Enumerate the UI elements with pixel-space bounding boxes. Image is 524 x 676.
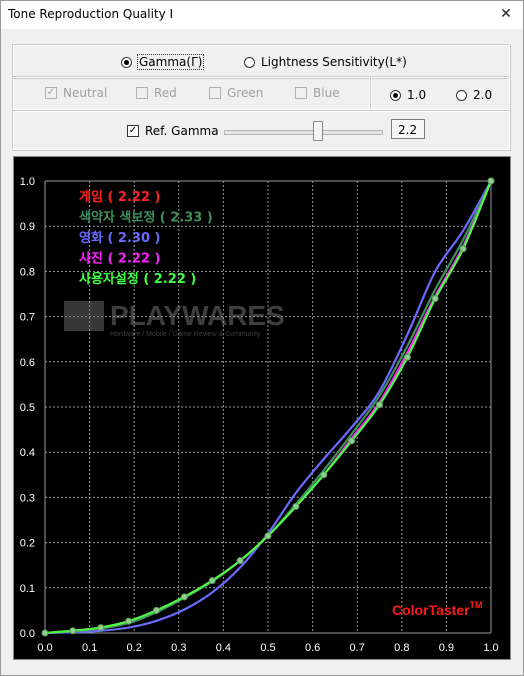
lightness-radio-label: Lightness Sensitivity(L*)	[261, 55, 407, 69]
x-tick-label: 0.1	[82, 642, 97, 654]
window-title: Tone Reproduction Quality I	[8, 7, 174, 21]
series-point	[459, 245, 467, 253]
x-tick-label: 0.5	[260, 642, 275, 654]
y-tick-label: 1.0	[20, 176, 35, 188]
grid-layer	[44, 180, 492, 634]
red-checkbox[interactable]: Red	[136, 86, 177, 100]
scale-2-radio-label: 2.0	[473, 88, 493, 102]
gamma-radio-indicator	[121, 56, 132, 68]
neutral-checkbox-box: ✓	[45, 87, 57, 99]
x-tick-label: 0.8	[394, 642, 409, 654]
blue-checkbox-label: Blue	[313, 86, 340, 100]
legend-entry: 사용자설정 ( 2.22 )	[79, 271, 196, 287]
axis-labels: 0.0 0.1 0.2 0.3 0.4 0.5 0.6 0.7 0.8 0.9 1.0 0.0 0.1 0…	[20, 176, 499, 654]
watermark-logo-box	[64, 301, 104, 331]
series-point	[208, 577, 216, 585]
x-tick-label: 0.4	[216, 642, 231, 654]
y-tick-label: 0.6	[20, 357, 35, 369]
y-tick-label: 0.7	[20, 312, 35, 324]
x-tick-label: 1.0	[483, 642, 498, 654]
scale-2-radio[interactable]: 2.0	[456, 88, 492, 102]
x-tick-label: 0.7	[350, 642, 365, 654]
series-point	[41, 629, 49, 637]
series-point	[292, 502, 300, 510]
series-point	[320, 471, 328, 479]
series-point	[236, 557, 244, 565]
scale-2-radio-indicator	[456, 89, 467, 101]
ref-gamma-slider-track[interactable]	[224, 130, 383, 135]
green-checkbox-box	[209, 87, 221, 99]
gamma-radio-label: Gamma(Γ)	[136, 54, 205, 70]
series-point	[403, 353, 411, 361]
gamma-radio[interactable]: Gamma(Γ)	[121, 54, 205, 70]
close-icon[interactable]: ✕	[493, 3, 519, 25]
watermark-tagline: Hardware / Mobile / Game Review & Commun…	[110, 331, 261, 338]
series-point	[125, 617, 133, 625]
series-point	[376, 401, 383, 409]
scale-1-radio-indicator	[390, 89, 401, 101]
x-tick-label: 0.3	[171, 642, 186, 654]
legend-entry: 색약자 색보정 ( 2.33 )	[79, 210, 213, 226]
y-tick-label: 0.1	[20, 583, 35, 595]
series-point	[487, 177, 495, 185]
lightness-radio-indicator	[244, 56, 255, 68]
legend-entry: 게임 ( 2.22 )	[79, 190, 160, 205]
ref-gamma-checkbox[interactable]: ✓ Ref. Gamma	[127, 124, 219, 138]
series-point	[348, 437, 356, 445]
neutral-checkbox[interactable]: ✓ Neutral	[45, 86, 107, 100]
y-tick-label: 0.3	[20, 492, 35, 504]
green-checkbox[interactable]: Green	[209, 86, 263, 100]
x-tick-label: 0.0	[37, 642, 52, 654]
chart-legend: 게임 ( 2.22 ) 색약자 색보정 ( 2.33 ) 영화 ( 2.30 ) 사진…	[79, 190, 213, 287]
title-bar: Tone Reproduction Quality I ✕	[1, 1, 523, 29]
scale-1-radio[interactable]: 1.0	[390, 88, 426, 102]
gamma-chart: PLAYWARES Hardware / Mobile / Game Revie…	[20, 176, 499, 654]
colortaster-brand-name: ColorTaster	[392, 602, 470, 618]
legend-entry: 영화 ( 2.30 )	[79, 230, 160, 246]
ref-gamma-value: 2.2	[391, 119, 425, 139]
series-point	[97, 624, 105, 632]
gamma-chart-frame: PLAYWARES Hardware / Mobile / Game Revie…	[13, 156, 511, 660]
blue-checkbox-box	[295, 87, 307, 99]
x-tick-label: 0.2	[127, 642, 142, 654]
ref-gamma-checkbox-label: Ref. Gamma	[145, 124, 219, 138]
playwares-watermark: PLAYWARES Hardware / Mobile / Game Revie…	[64, 300, 285, 338]
y-tick-label: 0.5	[20, 402, 35, 414]
series-point	[180, 593, 188, 601]
y-tick-label: 0.2	[20, 538, 35, 550]
red-checkbox-label: Red	[154, 86, 177, 100]
lightness-radio[interactable]: Lightness Sensitivity(L*)	[244, 55, 407, 69]
x-tick-label: 0.9	[439, 642, 454, 654]
y-tick-label: 0.4	[20, 447, 35, 459]
scale-1-radio-label: 1.0	[407, 88, 427, 102]
y-tick-label: 0.9	[20, 221, 35, 233]
ref-gamma-checkbox-box: ✓	[127, 125, 139, 137]
x-tick-label: 0.6	[305, 642, 320, 654]
series-point	[264, 532, 272, 540]
y-tick-label: 0.8	[20, 266, 35, 278]
ref-gamma-slider-thumb[interactable]	[312, 121, 323, 141]
series-point	[69, 627, 77, 635]
series-point	[431, 295, 439, 303]
watermark-brand: PLAYWARES	[110, 300, 285, 331]
series-point	[153, 606, 160, 614]
colortaster-tm: TM	[470, 600, 483, 610]
red-checkbox-box	[136, 87, 148, 99]
neutral-checkbox-label: Neutral	[63, 86, 108, 100]
legend-entry: 사진 ( 2.22 )	[79, 251, 160, 267]
y-tick-label: 0.0	[20, 628, 35, 640]
colortaster-brand: ColorTasterTM	[392, 600, 483, 618]
blue-checkbox[interactable]: Blue	[295, 86, 340, 100]
green-checkbox-label: Green	[227, 86, 264, 100]
